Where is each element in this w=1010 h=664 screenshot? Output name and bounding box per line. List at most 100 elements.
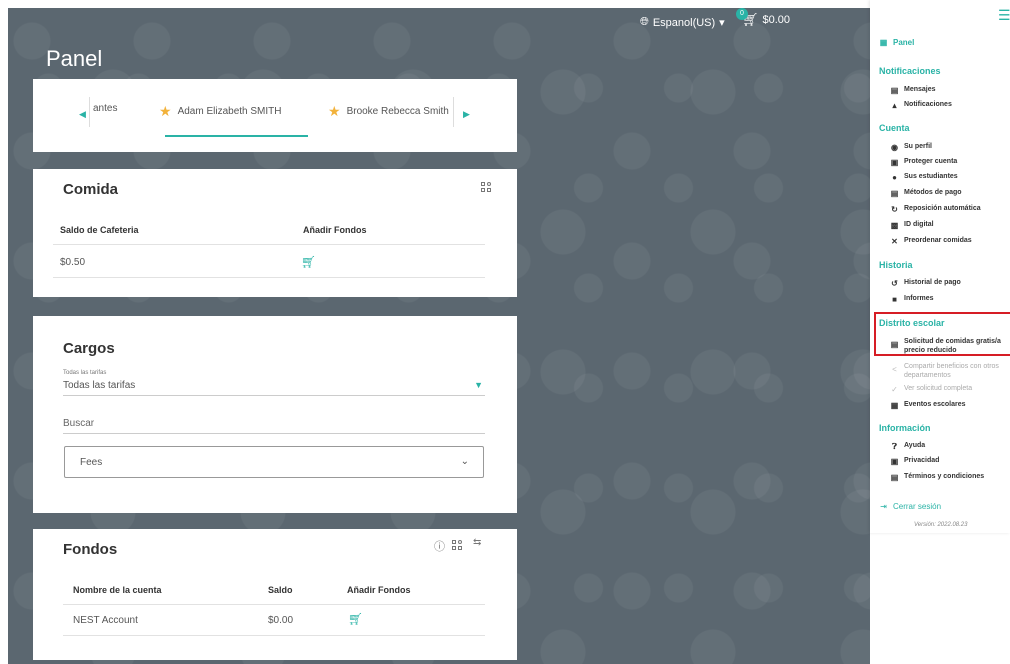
menu-item-reposicion[interactable]: ↻ Reposición automática — [890, 205, 981, 214]
grid-view-icon[interactable] — [481, 182, 492, 193]
lock-icon: ▣ — [890, 457, 899, 466]
star-icon: ★ — [328, 103, 341, 119]
column-header: Añadir Fondos — [347, 585, 411, 595]
refresh-icon: ↻ — [891, 205, 898, 214]
fondos-card: Fondos ⓘ ⇆ Nombre de la cuenta Saldo Aña… — [33, 529, 517, 660]
cart-button[interactable]: 0 🛒︎ $0.00 — [736, 8, 790, 28]
menu-item-terminos[interactable]: ▤ Términos y condiciones — [890, 473, 984, 482]
menu-label: Sus estudiantes — [904, 173, 958, 180]
hamburger-icon[interactable]: ☰ — [998, 7, 1010, 24]
search-field[interactable]: Buscar — [63, 416, 485, 434]
menu-label: Métodos de pago — [904, 189, 962, 196]
menu-label: Historial de pago — [904, 279, 961, 286]
credit-card-icon: ▤ — [890, 189, 899, 198]
menu-label: Ver solicitud completa — [904, 385, 973, 392]
menu-label: Términos y condiciones — [904, 473, 985, 480]
student-name: Brooke Rebecca Smith — [346, 106, 449, 117]
menu-item-historial[interactable]: ↺ Historial de pago — [890, 279, 961, 288]
language-selector[interactable]: 🌐︎ Espanol(US) ▾ — [640, 16, 725, 29]
menu-label: Proteger cuenta — [904, 158, 958, 165]
menu-label: Su perfil — [904, 143, 933, 150]
column-header: Añadir Fondos — [303, 225, 367, 235]
grid-view-icon[interactable] — [452, 540, 463, 551]
history-icon: ↺ — [891, 279, 898, 288]
highlight-box — [874, 312, 1010, 356]
globe-icon: 🌐︎ — [640, 16, 649, 28]
card-title: Cargos — [63, 340, 115, 357]
column-header: Saldo — [268, 585, 293, 595]
filter-value: Todas las tarifas — [63, 380, 136, 391]
student-carousel: ◀ antes ★ Adam Elizabeth SMITH ★ Brooke … — [33, 79, 517, 152]
menu-item-mensajes[interactable]: ▤ Mensajes — [890, 86, 936, 95]
fee-filter-select[interactable]: Todas las tarifas ▼ — [63, 378, 485, 396]
calendar-icon: ▦ — [890, 401, 899, 410]
menu-item-compartir-beneficios[interactable]: < Compartir beneficios con otros departa… — [890, 362, 999, 380]
menu-label: Panel — [893, 38, 915, 47]
menu-item-notificaciones[interactable]: ▴ Notificaciones — [890, 101, 952, 110]
comida-card: Comida Saldo de Cafeteria Añadir Fondos … — [33, 169, 517, 297]
menu-item-perfil[interactable]: ◉ Su perfil — [890, 143, 932, 152]
menu-item-preordenar[interactable]: ✕ Preordenar comidas — [890, 237, 972, 246]
side-menu: ☰ ▦ Panel Notificaciones ▤ Mensajes ▴ Noti… — [870, 0, 1010, 533]
caret-down-icon: ▼ — [474, 380, 483, 390]
card-title: Fondos — [63, 541, 118, 558]
page-title: Panel — [46, 46, 103, 71]
select-value: Fees — [80, 457, 103, 468]
menu-label: Ayuda — [904, 442, 926, 449]
menu-item-privacidad[interactable]: ▣ Privacidad — [890, 457, 940, 466]
add-funds-cart-icon[interactable]: 🛒︎ — [348, 612, 363, 626]
menu-item-informes[interactable]: ■ Informes — [890, 295, 934, 304]
menu-item-ver-solicitud[interactable]: ✓ Ver solicitud completa — [890, 385, 972, 394]
menu-item-proteger[interactable]: ▣ Proteger cuenta — [890, 158, 958, 167]
menu-item-id-digital[interactable]: ▩ ID digital — [890, 221, 934, 230]
divider — [53, 277, 485, 278]
menu-item-eventos[interactable]: ▦ Eventos escolares — [890, 401, 966, 410]
section-heading: Notificaciones — [879, 66, 941, 76]
filter-label: Todas las tarifas — [63, 370, 107, 376]
star-icon: ★ — [159, 103, 172, 119]
carousel-next-icon[interactable]: ▶ — [463, 109, 470, 120]
menu-item-metodos[interactable]: ▤ Métodos de pago — [890, 189, 962, 198]
sign-out-icon: ⇥ — [880, 502, 887, 511]
id-card-icon: ▩ — [890, 221, 899, 230]
lock-icon: ▣ — [890, 158, 899, 167]
carousel-prev-icon[interactable]: ◀ — [79, 109, 86, 120]
info-icon[interactable]: ⓘ — [434, 538, 445, 554]
menu-label: Eventos escolares — [904, 401, 966, 408]
menu-label: Preordenar comidas — [904, 237, 972, 244]
search-label: Buscar — [63, 418, 95, 429]
transfer-icon[interactable]: ⇆ — [473, 537, 481, 548]
share-icon: < — [892, 365, 897, 374]
chevron-down-icon: ⌄ — [460, 456, 469, 467]
student-name: Adam Elizabeth SMITH — [177, 106, 282, 117]
menu-label-line: Compartir beneficios con otros — [904, 363, 999, 370]
column-header: Saldo de Cafeteria — [60, 225, 139, 235]
student-tab-brooke[interactable]: ★ Brooke Rebecca Smith — [328, 103, 454, 120]
card-title: Comida — [63, 181, 119, 198]
cafeteria-balance: $0.50 — [60, 257, 86, 268]
menu-label: Mensajes — [904, 86, 936, 93]
cart-count-badge: 0 — [736, 8, 748, 20]
check-icon: ✓ — [891, 385, 898, 394]
logout-link[interactable]: ⇥ Cerrar sesión — [879, 502, 941, 511]
fees-select[interactable]: Fees ⌄ — [64, 446, 484, 478]
section-heading: Historia — [879, 260, 913, 270]
column-header: Nombre de la cuenta — [73, 585, 162, 595]
user-circle-icon: ◉ — [891, 143, 898, 152]
student-tab-partial[interactable]: antes — [93, 103, 117, 114]
menu-label: Informes — [904, 295, 934, 302]
menu-label: Notificaciones — [904, 101, 952, 108]
menu-item-ayuda[interactable]: ❓︎ Ayuda — [890, 442, 925, 452]
menu-item-panel[interactable]: ▦ Panel — [879, 38, 915, 47]
message-icon: ▤ — [890, 86, 899, 95]
separator — [89, 97, 90, 127]
cargos-card: Cargos Todas las tarifas Todas las tarif… — [33, 316, 517, 513]
add-funds-cart-icon[interactable]: 🛒︎ — [301, 255, 316, 269]
student-tab-adam[interactable]: ★ Adam Elizabeth SMITH — [159, 103, 282, 120]
menu-item-estudiantes[interactable]: ● Sus estudiantes — [890, 173, 958, 182]
divider — [53, 244, 485, 245]
chart-icon: ■ — [892, 295, 897, 304]
menu-label: Privacidad — [904, 457, 940, 464]
document-icon: ▤ — [890, 473, 899, 482]
divider — [63, 635, 485, 636]
